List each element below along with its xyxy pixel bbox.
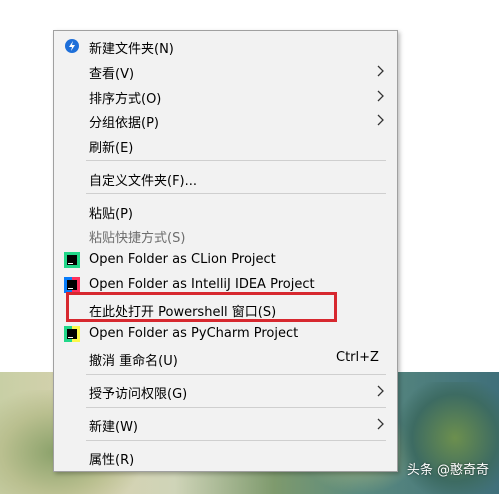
- menu-label: 查看(V): [89, 67, 135, 82]
- menu-label: 粘贴快捷方式(S): [89, 231, 186, 246]
- menu-label: 新建(W): [89, 420, 138, 435]
- menu-label: 分组依据(P): [89, 116, 159, 131]
- menu-item-open-clion[interactable]: Open Folder as CLion Project: [54, 248, 397, 272]
- shortcut-label: Ctrl+Z: [336, 350, 379, 365]
- menu-label: 新建文件夹(N): [89, 42, 174, 57]
- chevron-right-icon: [376, 385, 385, 397]
- menu-label: 粘贴(P): [89, 207, 133, 222]
- menu-item-undo-rename[interactable]: 撤消 重命名(U) Ctrl+Z: [54, 346, 397, 370]
- chevron-right-icon: [376, 65, 385, 77]
- menu-label: 排序方式(O): [89, 92, 162, 107]
- menu-separator: [86, 160, 386, 161]
- menu-item-view[interactable]: 查看(V): [54, 59, 397, 83]
- chevron-right-icon: [376, 90, 385, 102]
- menu-item-properties[interactable]: 属性(R): [54, 445, 397, 469]
- menu-separator: [86, 193, 386, 194]
- menu-separator: [86, 440, 386, 441]
- chevron-right-icon: [376, 114, 385, 126]
- menu-label: Open Folder as PyCharm Project: [89, 326, 299, 341]
- menu-item-group-by[interactable]: 分组依据(P): [54, 108, 397, 132]
- menu-label: 授予访问权限(G): [89, 387, 188, 402]
- menu-separator: [86, 407, 386, 408]
- blue-circle-icon: [64, 38, 80, 54]
- menu-label: Open Folder as IntelliJ IDEA Project: [89, 277, 315, 292]
- clion-icon: [64, 252, 80, 268]
- menu-item-customize-folder[interactable]: 自定义文件夹(F)...: [54, 166, 397, 190]
- menu-item-refresh[interactable]: 刷新(E): [54, 133, 397, 157]
- menu-label: Open Folder as CLion Project: [89, 252, 276, 267]
- menu-separator: [86, 374, 386, 375]
- menu-item-paste[interactable]: 粘贴(P): [54, 199, 397, 223]
- menu-item-open-pycharm[interactable]: Open Folder as PyCharm Project: [54, 322, 397, 346]
- context-menu: 新建文件夹(N) 查看(V) 排序方式(O) 分组依据(P) 刷新(E) 自定义…: [53, 30, 398, 472]
- menu-label: 属性(R): [89, 453, 135, 468]
- watermark: 头条 @憨奇奇: [406, 463, 489, 478]
- menu-item-sort-by[interactable]: 排序方式(O): [54, 84, 397, 108]
- highlight-annotation-box: [66, 292, 337, 322]
- menu-item-new-folder[interactable]: 新建文件夹(N): [54, 34, 397, 58]
- intellij-icon: [64, 277, 80, 293]
- menu-label: 刷新(E): [89, 141, 134, 156]
- menu-label: 撤消 重命名(U): [89, 354, 178, 369]
- menu-item-new[interactable]: 新建(W): [54, 412, 397, 436]
- menu-label: 自定义文件夹(F)...: [89, 174, 198, 189]
- menu-item-paste-shortcut[interactable]: 粘贴快捷方式(S): [54, 223, 397, 247]
- menu-item-grant-access[interactable]: 授予访问权限(G): [54, 379, 397, 403]
- chevron-right-icon: [376, 418, 385, 430]
- pycharm-icon: [64, 326, 80, 342]
